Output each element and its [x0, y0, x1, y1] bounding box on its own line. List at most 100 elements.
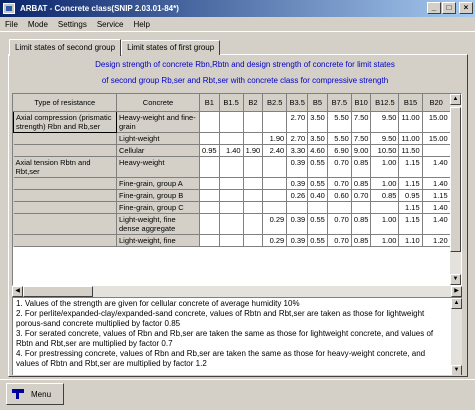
cell-value[interactable]	[219, 132, 244, 145]
cell-value[interactable]: 4.60	[307, 144, 328, 157]
cell-value[interactable]: 3.30	[286, 144, 309, 157]
cell-value[interactable]	[199, 156, 220, 178]
cell-value[interactable]: 3.50	[307, 132, 328, 145]
header-b2[interactable]: B2	[243, 94, 264, 112]
cell-value[interactable]	[219, 201, 244, 214]
cell-value[interactable]: 0.55	[307, 213, 328, 235]
cell-type[interactable]	[13, 234, 117, 247]
close-button[interactable]: ×	[459, 2, 473, 14]
cell-value[interactable]: 0.85	[351, 234, 372, 247]
menu-mode[interactable]: Mode	[23, 20, 53, 29]
cell-value[interactable]: 10.50	[370, 144, 400, 157]
table-row[interactable]: Light-weight, fine dense aggregate 0.29 0.…	[13, 213, 451, 235]
cell-value[interactable]: 1.10	[398, 234, 423, 247]
cell-concrete[interactable]: Heavy-weight and fine-grain	[116, 111, 200, 133]
cell-value[interactable]: 1.00	[370, 156, 400, 178]
scroll-right-icon[interactable]: ▶	[451, 286, 462, 297]
cell-value[interactable]	[243, 213, 264, 235]
scroll-down-icon[interactable]: ▼	[450, 274, 461, 285]
cell-value[interactable]: 0.55	[307, 156, 328, 178]
header-b15[interactable]: B15	[398, 94, 423, 112]
header-b2-5[interactable]: B2.5	[262, 94, 288, 112]
cell-value[interactable]: 0.85	[370, 189, 400, 202]
cell-concrete[interactable]: Cellular	[116, 144, 200, 157]
cell-value[interactable]	[243, 132, 264, 145]
cell-value[interactable]	[262, 201, 288, 214]
cell-value[interactable]: 0.85	[351, 156, 372, 178]
cell-value[interactable]	[243, 111, 264, 133]
cell-value[interactable]	[262, 177, 288, 190]
cell-value[interactable]	[243, 189, 264, 202]
cell-value[interactable]	[243, 234, 264, 247]
cell-value[interactable]: 1.40	[422, 177, 451, 190]
cell-value[interactable]: 1.00	[370, 234, 400, 247]
cell-value[interactable]: 0.40	[307, 189, 328, 202]
cell-concrete[interactable]: Light-weight	[116, 132, 200, 145]
cell-value[interactable]	[262, 111, 288, 133]
cell-value[interactable]	[422, 144, 451, 157]
cell-value[interactable]: 0.85	[351, 177, 372, 190]
cell-value[interactable]: 1.90	[243, 144, 264, 157]
cell-value[interactable]: 1.40	[422, 201, 451, 214]
cell-type[interactable]	[13, 213, 117, 235]
cell-value[interactable]: 1.40	[219, 144, 244, 157]
cell-value[interactable]: 0.55	[307, 234, 328, 247]
cell-value[interactable]: 5.50	[327, 111, 352, 133]
cell-value[interactable]: 0.39	[286, 156, 309, 178]
cell-type[interactable]	[13, 189, 117, 202]
menu-settings[interactable]: Settings	[53, 20, 92, 29]
header-concrete[interactable]: Concrete	[116, 94, 200, 112]
table-row[interactable]: Fine-grain, group C 1.15 1.40	[13, 201, 451, 214]
cell-type[interactable]	[13, 132, 117, 145]
table-vertical-scrollbar[interactable]: ▲ ▼	[450, 94, 461, 285]
cell-value[interactable]: 9.50	[370, 132, 400, 145]
cell-value[interactable]: 0.95	[398, 189, 423, 202]
cell-value[interactable]: 7.50	[351, 111, 372, 133]
cell-value[interactable]	[307, 201, 328, 214]
cell-value[interactable]: 0.29	[262, 213, 288, 235]
cell-value[interactable]: 1.15	[398, 213, 423, 235]
cell-value[interactable]: 15.00	[422, 111, 451, 133]
cell-type[interactable]	[13, 177, 117, 190]
cell-type[interactable]: Axial compression (prismatic strength) R…	[13, 110, 117, 133]
cell-value[interactable]	[199, 111, 220, 133]
notes-box[interactable]: 1. Values of the strength are given for …	[12, 297, 462, 375]
cell-value[interactable]: 0.70	[327, 213, 352, 235]
cell-value[interactable]: 2.70	[286, 111, 309, 133]
cell-value[interactable]	[219, 156, 244, 178]
header-type[interactable]: Type of resistance	[13, 94, 117, 112]
cell-value[interactable]: 6.90	[327, 144, 352, 157]
cell-value[interactable]	[199, 132, 220, 145]
cell-concrete[interactable]: Heavy-weight	[116, 156, 200, 178]
cell-concrete[interactable]: Fine-grain, group B	[116, 189, 200, 202]
cell-value[interactable]: 11.50	[398, 144, 423, 157]
cell-value[interactable]	[199, 177, 220, 190]
minimize-button[interactable]: _	[427, 2, 441, 14]
scroll-up-icon[interactable]: ▲	[450, 94, 461, 105]
table-row[interactable]: Fine-grain, group A 0.39 0.55 0.70 0.85 1.00 1…	[13, 177, 451, 190]
cell-value[interactable]: 11.00	[398, 111, 423, 133]
cell-value[interactable]: 9.50	[370, 111, 400, 133]
header-b1-5[interactable]: B1.5	[219, 94, 244, 112]
header-b3-5[interactable]: B3.5	[286, 94, 309, 112]
header-b20[interactable]: B20	[422, 94, 451, 112]
cell-value[interactable]: 3.50	[307, 111, 328, 133]
table-row[interactable]: Light-weight 1.90 2.70 3.50 5.50 7.50 9.50 11.0…	[13, 132, 451, 145]
table-row[interactable]: Fine-grain, group B 0.26 0.40 0.60 0.70 0.85 0…	[13, 189, 451, 202]
cell-value[interactable]	[219, 111, 244, 133]
cell-value[interactable]: 2.40	[262, 144, 288, 157]
cell-value[interactable]: 1.40	[422, 213, 451, 235]
cell-value[interactable]: 0.95	[199, 144, 220, 157]
cell-value[interactable]	[286, 201, 309, 214]
cell-value[interactable]	[327, 201, 352, 214]
cell-value[interactable]: 0.60	[327, 189, 352, 202]
horizontal-scroll-thumb[interactable]	[23, 286, 93, 297]
cell-value[interactable]: 0.70	[351, 189, 372, 202]
cell-value[interactable]	[351, 201, 372, 214]
notes-scroll-down-icon[interactable]: ▼	[451, 365, 462, 375]
notes-scrollbar[interactable]: ▲ ▼	[451, 298, 462, 375]
cell-value[interactable]: 1.15	[398, 201, 423, 214]
strength-table[interactable]: Type of resistance Concrete B1 B1.5 B2 B…	[12, 93, 462, 286]
cell-value[interactable]	[219, 189, 244, 202]
cell-value[interactable]: 0.39	[286, 213, 309, 235]
